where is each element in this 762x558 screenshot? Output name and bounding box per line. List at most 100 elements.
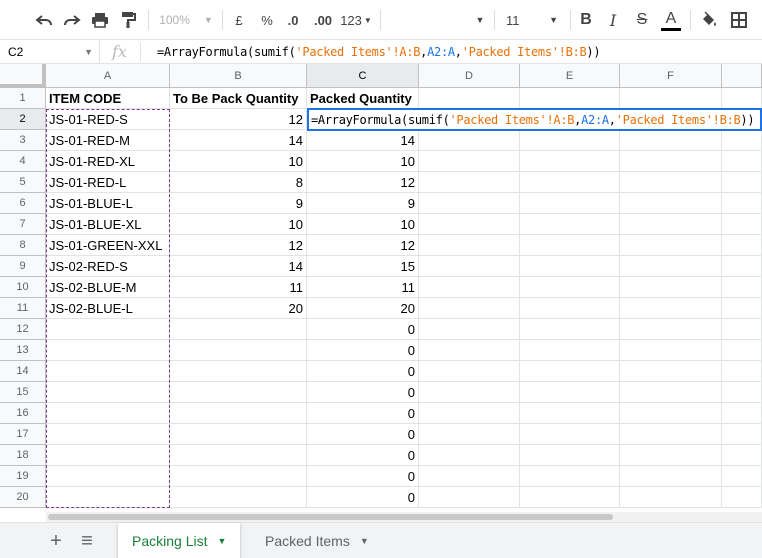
cell[interactable]: 15 <box>307 256 419 277</box>
cell[interactable] <box>722 466 762 487</box>
cell[interactable]: 12 <box>170 235 307 256</box>
all-sheets-icon[interactable]: ≡ <box>75 529 99 553</box>
cell[interactable] <box>520 298 620 319</box>
cell[interactable] <box>722 109 762 130</box>
cell[interactable] <box>620 277 722 298</box>
cell[interactable] <box>419 298 520 319</box>
cell[interactable]: JS-01-RED-L <box>46 172 170 193</box>
zoom-select[interactable]: 100% ▼ <box>156 6 216 34</box>
row-header[interactable]: 18 <box>0 445 46 466</box>
row-header[interactable]: 3 <box>0 130 46 151</box>
cell[interactable] <box>170 466 307 487</box>
column-header-f[interactable]: F <box>620 64 722 88</box>
cell[interactable]: 12 <box>307 235 419 256</box>
cell[interactable] <box>520 487 620 508</box>
cell[interactable] <box>520 256 620 277</box>
cell[interactable] <box>419 214 520 235</box>
cell[interactable] <box>722 130 762 151</box>
cell[interactable] <box>620 403 722 424</box>
row-header[interactable]: 10 <box>0 277 46 298</box>
cell[interactable] <box>170 445 307 466</box>
cell[interactable] <box>722 256 762 277</box>
cell[interactable] <box>722 424 762 445</box>
cell[interactable] <box>520 382 620 403</box>
cell[interactable] <box>620 109 722 130</box>
cell[interactable] <box>419 487 520 508</box>
row-header[interactable]: 19 <box>0 466 46 487</box>
cell[interactable]: 14 <box>170 130 307 151</box>
cell[interactable] <box>722 487 762 508</box>
cell[interactable]: JS-02-RED-S <box>46 256 170 277</box>
cell[interactable]: 0 <box>307 424 419 445</box>
row-header[interactable]: 14 <box>0 361 46 382</box>
name-box[interactable]: C2 ▼ <box>0 40 100 64</box>
cell[interactable] <box>722 298 762 319</box>
cell[interactable] <box>520 319 620 340</box>
cell[interactable]: JS-01-BLUE-L <box>46 193 170 214</box>
cell[interactable]: JS-02-BLUE-M <box>46 277 170 298</box>
cell[interactable] <box>520 403 620 424</box>
cell[interactable] <box>46 319 170 340</box>
cell[interactable] <box>722 214 762 235</box>
add-sheet-icon[interactable]: + <box>44 529 68 553</box>
redo-icon[interactable] <box>60 6 84 34</box>
cell[interactable] <box>46 487 170 508</box>
cell[interactable] <box>170 487 307 508</box>
row-header[interactable]: 16 <box>0 403 46 424</box>
cell[interactable] <box>722 445 762 466</box>
cell[interactable] <box>419 403 520 424</box>
cell[interactable] <box>419 277 520 298</box>
cell[interactable]: JS-01-GREEN-XXL <box>46 235 170 256</box>
cell[interactable] <box>620 151 722 172</box>
header-cell[interactable]: To Be Pack Quantity <box>170 88 307 109</box>
row-header[interactable]: 2 <box>0 109 46 130</box>
font-family-select[interactable]: ▼ <box>474 6 486 34</box>
cell[interactable]: 10 <box>307 214 419 235</box>
cell[interactable] <box>520 172 620 193</box>
cell[interactable]: 20 <box>170 298 307 319</box>
cell[interactable] <box>419 340 520 361</box>
cell[interactable] <box>520 151 620 172</box>
cell[interactable] <box>620 466 722 487</box>
cell[interactable] <box>170 382 307 403</box>
cell[interactable] <box>520 193 620 214</box>
row-header[interactable]: 20 <box>0 487 46 508</box>
cell[interactable] <box>620 445 722 466</box>
undo-icon[interactable] <box>32 6 56 34</box>
cell[interactable] <box>620 235 722 256</box>
cell[interactable] <box>307 109 419 130</box>
cell[interactable] <box>520 277 620 298</box>
cell[interactable] <box>520 235 620 256</box>
cell[interactable]: JS-01-RED-S <box>46 109 170 130</box>
cell[interactable] <box>520 445 620 466</box>
cell[interactable]: 0 <box>307 340 419 361</box>
decrease-decimal-button[interactable]: .0 <box>282 6 304 34</box>
column-header-d[interactable]: D <box>419 64 520 88</box>
cell[interactable] <box>620 298 722 319</box>
row-header[interactable]: 17 <box>0 424 46 445</box>
row-header[interactable]: 12 <box>0 319 46 340</box>
cell[interactable] <box>722 382 762 403</box>
cell[interactable] <box>722 172 762 193</box>
bold-icon[interactable]: B <box>576 6 596 34</box>
cell[interactable]: 0 <box>307 403 419 424</box>
cell[interactable]: 0 <box>307 466 419 487</box>
cell[interactable] <box>722 88 762 109</box>
cell[interactable]: 20 <box>307 298 419 319</box>
cell[interactable] <box>419 466 520 487</box>
cell[interactable] <box>419 235 520 256</box>
cell[interactable] <box>520 130 620 151</box>
cell[interactable] <box>620 256 722 277</box>
italic-icon[interactable]: I <box>603 6 623 34</box>
cell[interactable] <box>620 130 722 151</box>
cell[interactable] <box>170 403 307 424</box>
cell[interactable] <box>419 361 520 382</box>
column-header-b[interactable]: B <box>170 64 307 88</box>
cell[interactable] <box>520 361 620 382</box>
cell[interactable] <box>46 361 170 382</box>
strikethrough-icon[interactable]: S <box>632 6 652 34</box>
sheet-tab-packed-items[interactable]: Packed Items ▼ <box>251 523 383 558</box>
header-cell[interactable]: Packed Quantity <box>307 88 419 109</box>
fill-color-icon[interactable] <box>698 6 720 34</box>
cell[interactable] <box>722 319 762 340</box>
